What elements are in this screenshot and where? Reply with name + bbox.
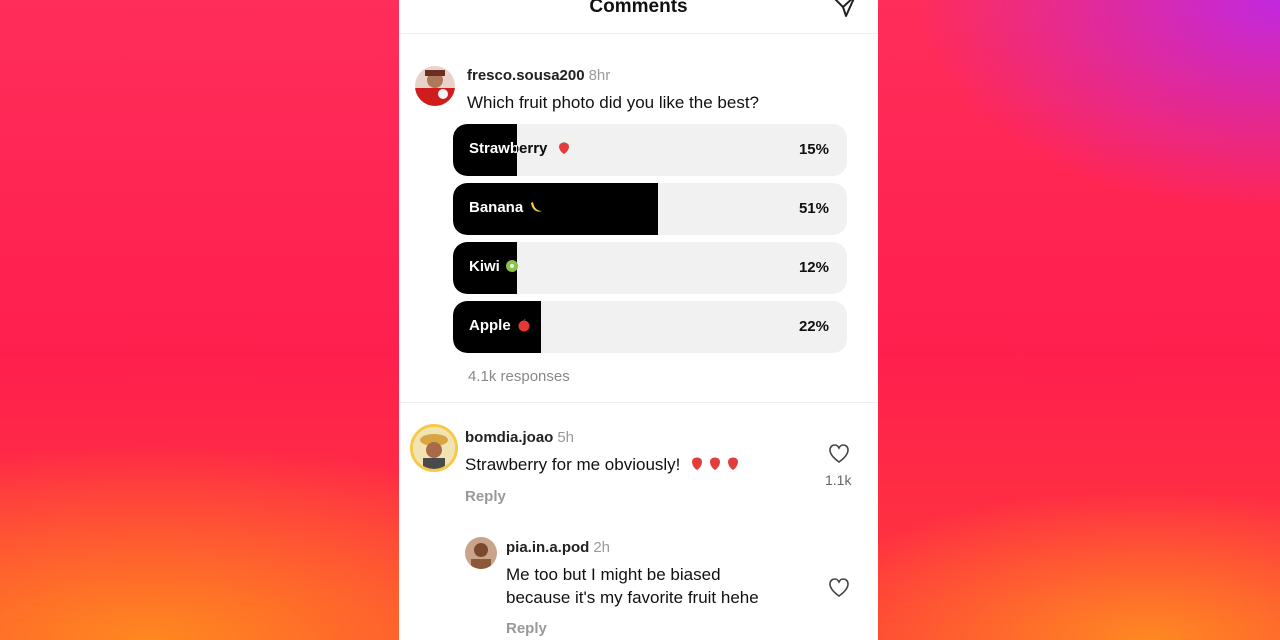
poll-option-label: Apple: [469, 317, 511, 334]
poll-option-strawberry[interactable]: Strawberry 15%: [453, 124, 847, 176]
apple-icon: [518, 318, 530, 332]
poll-responses-count[interactable]: 4.1k responses: [468, 368, 570, 385]
avatar[interactable]: [410, 424, 458, 472]
timestamp: 2h: [593, 539, 611, 556]
comment-meta: pia.in.a.pod 2h: [506, 539, 610, 557]
reply-text-line: because it's my favorite fruit hehe: [506, 588, 759, 607]
comment-meta: bomdia.joao 5h: [465, 429, 574, 447]
divider: [399, 402, 878, 403]
strawberry-icon: [692, 457, 739, 470]
username[interactable]: bomdia.joao: [465, 429, 553, 446]
timestamp: 5h: [557, 429, 575, 446]
poll-option-label: Banana: [469, 199, 524, 216]
timestamp: 8hr: [588, 67, 611, 84]
like-count: 1.1k: [825, 472, 852, 488]
poll-question: Which fruit photo did you like the best?: [467, 93, 759, 112]
reply-button[interactable]: Reply: [465, 488, 506, 505]
username[interactable]: fresco.sousa200: [467, 67, 585, 84]
username[interactable]: pia.in.a.pod: [506, 539, 589, 556]
comment-meta: fresco.sousa200 8hr: [467, 67, 610, 85]
strawberry-icon: [559, 142, 569, 154]
comments-header: Comments: [399, 0, 878, 34]
reply-button[interactable]: Reply: [506, 620, 547, 637]
poll-option-label: Strawberry: [469, 140, 548, 157]
poll-option-kiwi[interactable]: Kiwi 12%: [453, 242, 847, 294]
page-title: Comments: [589, 0, 688, 17]
heart-icon[interactable]: [828, 443, 850, 465]
avatar[interactable]: [415, 66, 455, 106]
comment-text: Strawberry for me obviously!: [465, 455, 741, 475]
poll-percent: 12%: [798, 259, 829, 276]
banana-icon: [531, 202, 542, 212]
comments-panel: Comments fresco.sousa200 8hr Which fruit …: [399, 0, 878, 640]
poll-option-apple[interactable]: Apple 22%: [453, 301, 847, 353]
poll-percent: 51%: [798, 200, 829, 217]
reply-text-line: Me too but I might be biased: [506, 565, 721, 584]
heart-icon[interactable]: [828, 577, 850, 599]
paper-plane-icon[interactable]: [832, 0, 858, 20]
poll-option-banana[interactable]: Banana 51%: [453, 183, 847, 235]
comment-body: Strawberry for me obviously!: [465, 455, 681, 474]
avatar[interactable]: [465, 537, 497, 569]
kiwi-icon: [506, 260, 518, 272]
poll-percent: 22%: [798, 318, 829, 335]
poll-percent: 15%: [798, 141, 829, 158]
poll-option-label: Kiwi: [469, 258, 500, 275]
